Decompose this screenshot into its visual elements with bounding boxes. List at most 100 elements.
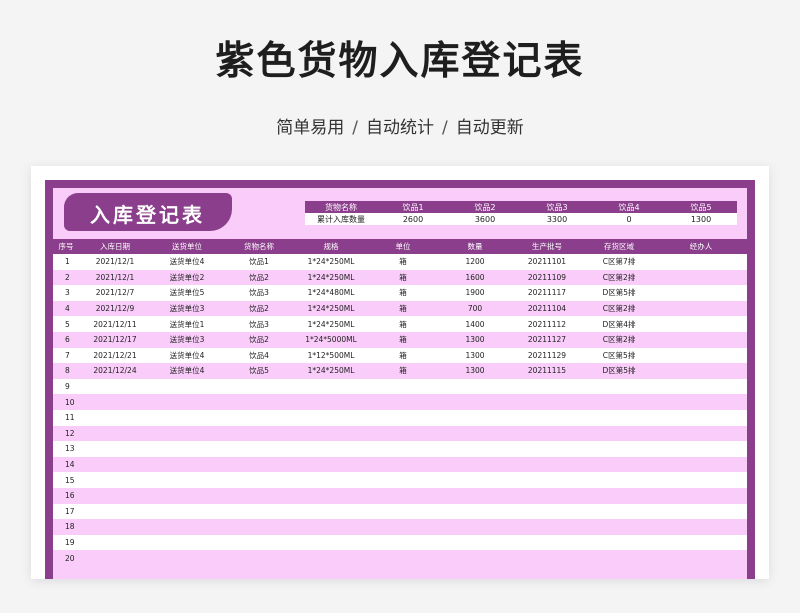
table-cell[interactable]: 1*12*500ML xyxy=(295,347,367,364)
table-cell[interactable] xyxy=(367,409,439,426)
table-cell[interactable] xyxy=(151,534,223,551)
table-cell[interactable]: 箱 xyxy=(367,316,439,332)
table-cell[interactable] xyxy=(511,378,583,395)
table-cell[interactable] xyxy=(655,347,747,364)
table-cell[interactable] xyxy=(655,394,747,410)
table-cell[interactable] xyxy=(151,425,223,442)
table-cell[interactable] xyxy=(151,550,223,566)
table-cell[interactable]: 箱 xyxy=(367,331,439,348)
table-cell[interactable] xyxy=(655,519,747,535)
table-cell[interactable]: 2021/12/9 xyxy=(79,300,151,317)
table-cell[interactable]: 8 xyxy=(53,363,79,379)
table-cell[interactable] xyxy=(583,534,655,551)
table-cell[interactable] xyxy=(655,316,747,332)
table-cell[interactable]: 送货单位3 xyxy=(151,331,223,348)
table-cell[interactable]: 1900 xyxy=(439,285,511,301)
table-cell[interactable]: 送货单位4 xyxy=(151,363,223,379)
column-header[interactable]: 经办人 xyxy=(655,239,747,254)
table-cell[interactable] xyxy=(223,503,295,520)
table-cell[interactable]: 2021/12/1 xyxy=(79,254,151,270)
table-cell[interactable] xyxy=(151,519,223,535)
table-cell[interactable]: 4 xyxy=(53,300,79,317)
table-cell[interactable]: 6 xyxy=(53,331,79,348)
table-cell[interactable]: 饮品4 xyxy=(223,347,295,364)
table-cell[interactable] xyxy=(295,425,367,442)
table-cell[interactable] xyxy=(655,550,747,566)
table-cell[interactable]: D区第5排 xyxy=(583,363,655,379)
table-cell[interactable] xyxy=(367,394,439,410)
table-cell[interactable]: 12 xyxy=(53,425,79,442)
table-cell[interactable]: 17 xyxy=(53,503,79,520)
table-cell[interactable] xyxy=(511,409,583,426)
table-cell[interactable]: 饮品2 xyxy=(223,331,295,348)
table-cell[interactable] xyxy=(511,456,583,473)
table-cell[interactable]: 15 xyxy=(53,472,79,488)
table-cell[interactable] xyxy=(151,441,223,457)
table-cell[interactable]: 20211101 xyxy=(511,254,583,270)
table-cell[interactable] xyxy=(655,300,747,317)
table-cell[interactable] xyxy=(223,378,295,395)
table-cell[interactable]: 饮品3 xyxy=(223,316,295,332)
table-cell[interactable]: 20211112 xyxy=(511,316,583,332)
table-cell[interactable]: D区第5排 xyxy=(583,285,655,301)
table-cell[interactable] xyxy=(295,487,367,504)
table-cell[interactable] xyxy=(223,472,295,488)
table-cell[interactable] xyxy=(223,456,295,473)
table-cell[interactable]: 1*24*250ML xyxy=(295,300,367,317)
table-cell[interactable]: 7 xyxy=(53,347,79,364)
table-cell[interactable]: 1300 xyxy=(439,363,511,379)
table-cell[interactable] xyxy=(79,441,151,457)
column-header[interactable]: 序号 xyxy=(53,239,79,254)
table-cell[interactable]: 20211104 xyxy=(511,300,583,317)
table-cell[interactable]: 1*24*250ML xyxy=(295,254,367,270)
table-cell[interactable] xyxy=(295,472,367,488)
table-cell[interactable] xyxy=(439,394,511,410)
table-cell[interactable]: 送货单位4 xyxy=(151,254,223,270)
summary-value-cell[interactable]: 1300 xyxy=(665,213,737,225)
table-cell[interactable] xyxy=(583,472,655,488)
table-cell[interactable]: 1400 xyxy=(439,316,511,332)
column-header[interactable]: 送货单位 xyxy=(151,239,223,254)
summary-value-cell[interactable]: 3600 xyxy=(449,213,521,225)
table-cell[interactable]: 18 xyxy=(53,519,79,535)
table-cell[interactable] xyxy=(367,456,439,473)
table-cell[interactable]: 13 xyxy=(53,441,79,457)
table-cell[interactable] xyxy=(79,425,151,442)
table-cell[interactable] xyxy=(439,487,511,504)
table-cell[interactable] xyxy=(367,503,439,520)
table-cell[interactable] xyxy=(79,534,151,551)
table-cell[interactable] xyxy=(511,487,583,504)
table-cell[interactable] xyxy=(223,394,295,410)
table-cell[interactable] xyxy=(439,425,511,442)
table-cell[interactable]: 箱 xyxy=(367,300,439,317)
table-cell[interactable] xyxy=(295,409,367,426)
table-cell[interactable] xyxy=(655,472,747,488)
table-cell[interactable] xyxy=(79,503,151,520)
table-cell[interactable]: 2021/12/24 xyxy=(79,363,151,379)
table-cell[interactable] xyxy=(655,503,747,520)
table-cell[interactable] xyxy=(367,519,439,535)
table-cell[interactable] xyxy=(151,503,223,520)
table-cell[interactable] xyxy=(367,550,439,566)
table-cell[interactable] xyxy=(439,550,511,566)
table-cell[interactable] xyxy=(439,456,511,473)
summary-value-cell[interactable]: 0 xyxy=(593,213,665,225)
table-cell[interactable] xyxy=(511,425,583,442)
table-cell[interactable] xyxy=(295,534,367,551)
column-header[interactable]: 单位 xyxy=(367,239,439,254)
table-cell[interactable] xyxy=(439,441,511,457)
table-cell[interactable] xyxy=(295,519,367,535)
table-cell[interactable] xyxy=(655,441,747,457)
table-cell[interactable] xyxy=(367,487,439,504)
table-cell[interactable] xyxy=(79,409,151,426)
table-cell[interactable] xyxy=(439,378,511,395)
table-cell[interactable] xyxy=(151,409,223,426)
table-cell[interactable]: C区第2排 xyxy=(583,300,655,317)
table-cell[interactable] xyxy=(295,456,367,473)
table-cell[interactable]: 20211109 xyxy=(511,269,583,286)
table-cell[interactable] xyxy=(223,550,295,566)
table-cell[interactable] xyxy=(583,503,655,520)
table-cell[interactable] xyxy=(511,394,583,410)
column-header[interactable]: 规格 xyxy=(295,239,367,254)
table-cell[interactable]: 11 xyxy=(53,409,79,426)
